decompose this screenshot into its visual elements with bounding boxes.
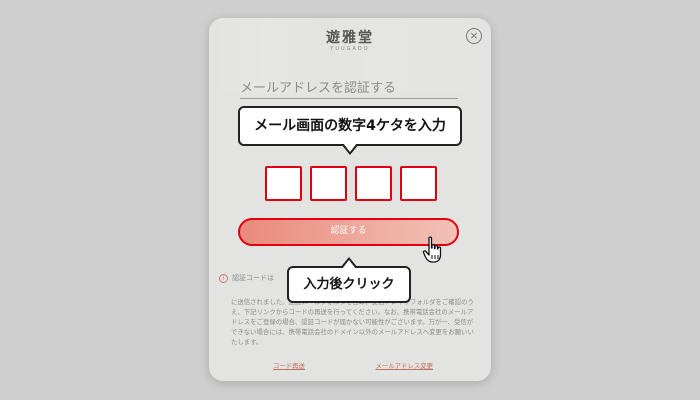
- change-email-link[interactable]: メールアドレス変更: [375, 361, 433, 370]
- code-digit-1-input[interactable]: [265, 166, 302, 201]
- notice-text: 認証コードは: [232, 274, 274, 282]
- hand-pointer-icon: [422, 236, 442, 263]
- resend-code-link[interactable]: コード再送: [273, 361, 305, 370]
- brand-logo: 遊雅堂: [326, 30, 374, 46]
- code-digit-4-input[interactable]: [400, 166, 437, 201]
- instruction-text: に送信されました。迷惑メールフォルダを含め、受信トレイやフォルダをご確認のうえ、…: [231, 298, 474, 346]
- code-digit-2-input[interactable]: [310, 166, 347, 201]
- page-title: メールアドレスを認証する: [240, 77, 458, 99]
- close-icon[interactable]: ×: [466, 28, 482, 44]
- brand-logo-subtitle: YUUGADO: [330, 46, 370, 52]
- code-input-row: [265, 166, 437, 201]
- click-instruction-callout: 入力後クリック: [287, 266, 411, 303]
- notice-line: ! 認証コードは: [219, 273, 274, 283]
- warning-icon: !: [219, 273, 228, 283]
- code-digit-3-input[interactable]: [355, 166, 392, 201]
- input-instruction-callout: メール画面の数字4ケタを入力: [238, 106, 462, 146]
- email-verification-modal: 遊雅堂 YUUGADO × メールアドレスを認証する 認証する ! 認証コードは…: [209, 18, 491, 381]
- footer-links: コード再送 メールアドレス変更: [273, 361, 433, 370]
